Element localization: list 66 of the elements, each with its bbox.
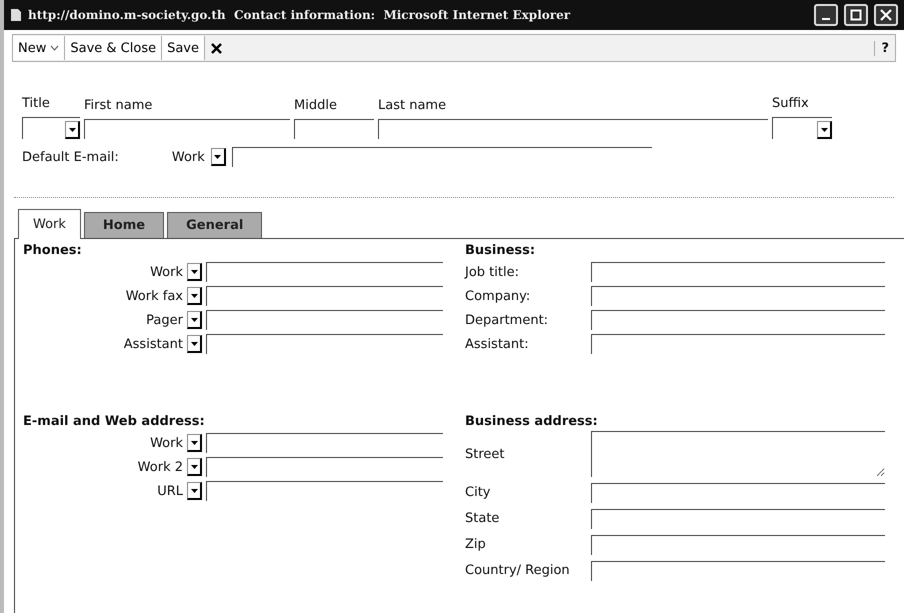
field-label: Title: [22, 96, 51, 111]
dropdown-button[interactable]: [65, 121, 80, 139]
field-label: Job title:: [465, 264, 520, 280]
maximize-icon: [850, 9, 862, 21]
caret-icon: [190, 316, 198, 322]
type-label: Work: [170, 150, 205, 164]
close-icon: [211, 42, 222, 54]
dropdown-button[interactable]: [187, 263, 202, 281]
toolbar-button[interactable]: Save & Close: [65, 36, 162, 60]
caret-icon: [68, 126, 76, 132]
dropdown-button[interactable]: [187, 311, 202, 329]
field-label: State: [465, 510, 500, 528]
dropdown-button[interactable]: [187, 434, 202, 452]
minimize-button[interactable]: [814, 4, 838, 26]
field-label: Last name: [378, 98, 448, 113]
section-heading: E-mail and Web address:: [23, 414, 206, 429]
dropdown-button[interactable]: [187, 482, 202, 500]
dropdown-button[interactable]: [210, 148, 226, 166]
field-label: Suffix: [772, 96, 810, 111]
type-label: Assistant: [122, 336, 183, 352]
tab[interactable]: General: [167, 212, 262, 238]
minimize-icon: [822, 18, 830, 20]
caret-icon: [190, 488, 198, 494]
field-label: City: [465, 484, 492, 502]
field-label: Assistant:: [465, 336, 530, 352]
field-label: Zip: [465, 536, 487, 554]
type-label: URL: [156, 484, 183, 498]
window-title: http://domino.m-society.go.th Contact information: Microsoft Internet Explorer: [28, 8, 572, 22]
dropdown-button[interactable]: [817, 121, 832, 139]
type-label: Work 2: [136, 460, 183, 474]
caret-icon: [190, 440, 198, 446]
caret-icon: [820, 126, 828, 132]
caret-icon: [190, 464, 198, 470]
caret-icon: [213, 154, 222, 160]
field-label: Default E-mail:: [22, 150, 119, 164]
field-label: Middle: [294, 98, 338, 113]
tab[interactable]: Work: [18, 209, 81, 239]
select-field[interactable]: [772, 117, 832, 139]
field-label: First name: [84, 98, 154, 113]
select-field[interactable]: [22, 117, 80, 139]
field-label: Country/ Region: [465, 562, 571, 580]
help-button[interactable]: ?: [874, 40, 895, 56]
caret-icon: [190, 268, 198, 274]
type-label: Work: [149, 436, 183, 450]
dropdown-button[interactable]: [187, 458, 202, 476]
toolbar-button[interactable]: Save: [162, 36, 206, 60]
new-menu-button[interactable]: New: [13, 36, 66, 60]
type-label: Work: [149, 264, 183, 280]
section-heading: Phones:: [23, 243, 83, 258]
section-heading: Business address:: [465, 414, 599, 429]
type-label: Pager: [145, 312, 183, 328]
dropdown-button[interactable]: [187, 335, 202, 353]
field-label: Department:: [465, 312, 550, 328]
browser-icon: [10, 8, 22, 22]
dropdown-button[interactable]: [187, 287, 202, 305]
chevron-icon: [50, 45, 60, 51]
maximize-button[interactable]: [844, 4, 868, 26]
tab[interactable]: Home: [84, 212, 164, 238]
field-label: Company:: [465, 288, 532, 304]
close-icon: [880, 9, 892, 21]
close-button[interactable]: [874, 4, 898, 26]
caret-icon: [190, 292, 198, 298]
field-label: Street: [465, 446, 506, 462]
type-label: Work fax: [124, 288, 183, 304]
section-heading: Business:: [465, 243, 536, 258]
caret-icon: [190, 340, 198, 346]
